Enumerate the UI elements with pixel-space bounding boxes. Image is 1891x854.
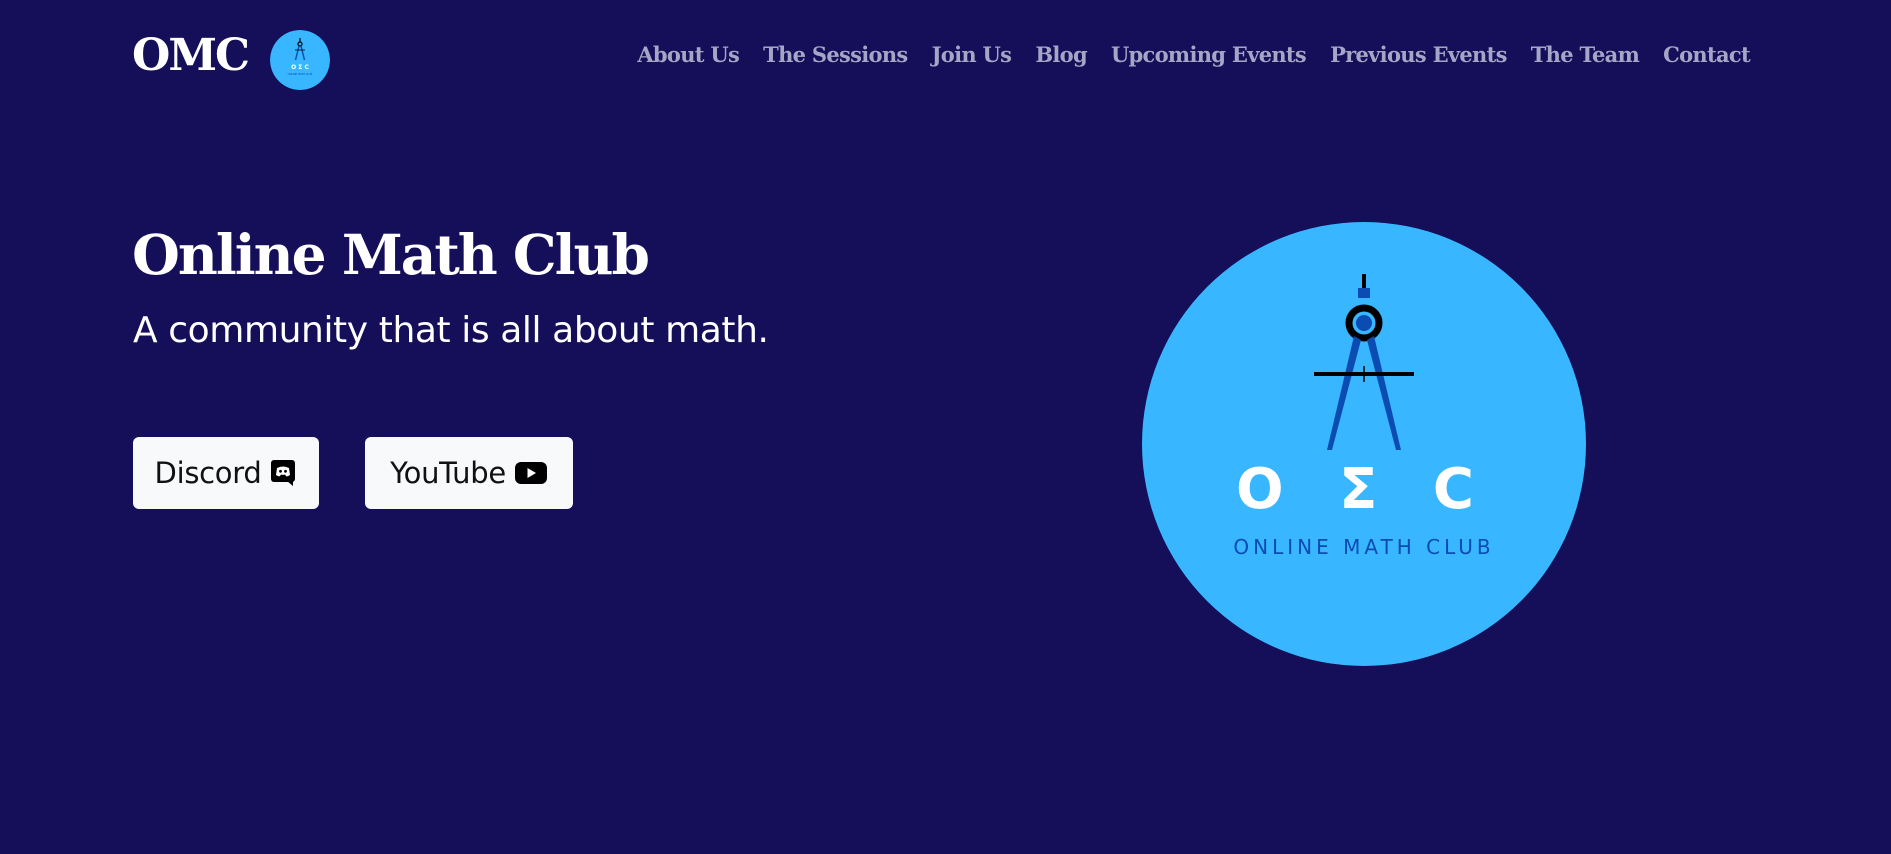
hero-title: Online Math Club <box>132 222 650 287</box>
logo-caption: ONLINE MATH CLUB <box>1233 535 1494 559</box>
omc-compass-logo-icon: O Σ C ONLINE MATH CLUB <box>270 30 330 90</box>
nav-logo[interactable]: O Σ C ONLINE MATH CLUB <box>270 30 330 90</box>
youtube-icon <box>514 462 547 484</box>
discord-button-label: Discord <box>154 456 262 490</box>
hero-logo: O Σ C ONLINE MATH CLUB <box>1142 222 1586 666</box>
discord-icon <box>271 460 296 486</box>
nav-item-blog[interactable]: Blog <box>1035 38 1087 72</box>
nav-item-join-us[interactable]: Join Us <box>932 38 1012 72</box>
brand-link[interactable]: OMC <box>132 26 250 86</box>
svg-text:ONLINE MATH CLUB: ONLINE MATH CLUB <box>288 72 313 76</box>
nav-item-the-sessions[interactable]: The Sessions <box>763 38 908 72</box>
hero-subtitle: A community that is all about math. <box>133 310 769 351</box>
logo-letters: O Σ C <box>1236 457 1492 522</box>
nav-item-about-us[interactable]: About Us <box>637 38 740 72</box>
main-nav: About Us The Sessions Join Us Blog Upcom… <box>613 38 1750 72</box>
omc-compass-logo-icon: O Σ C ONLINE MATH CLUB <box>1142 222 1586 666</box>
nav-item-upcoming-events[interactable]: Upcoming Events <box>1111 38 1307 72</box>
nav-item-the-team[interactable]: The Team <box>1531 38 1640 72</box>
youtube-button-label: YouTube <box>390 456 506 490</box>
youtube-button[interactable]: YouTube <box>365 437 573 509</box>
nav-item-contact[interactable]: Contact <box>1663 38 1751 72</box>
discord-button[interactable]: Discord <box>133 437 319 509</box>
nav-item-previous-events[interactable]: Previous Events <box>1330 38 1507 72</box>
svg-text:O Σ C: O Σ C <box>291 64 309 71</box>
page: OMC O Σ C ONLINE MATH CLUB About Us The … <box>0 0 1891 854</box>
